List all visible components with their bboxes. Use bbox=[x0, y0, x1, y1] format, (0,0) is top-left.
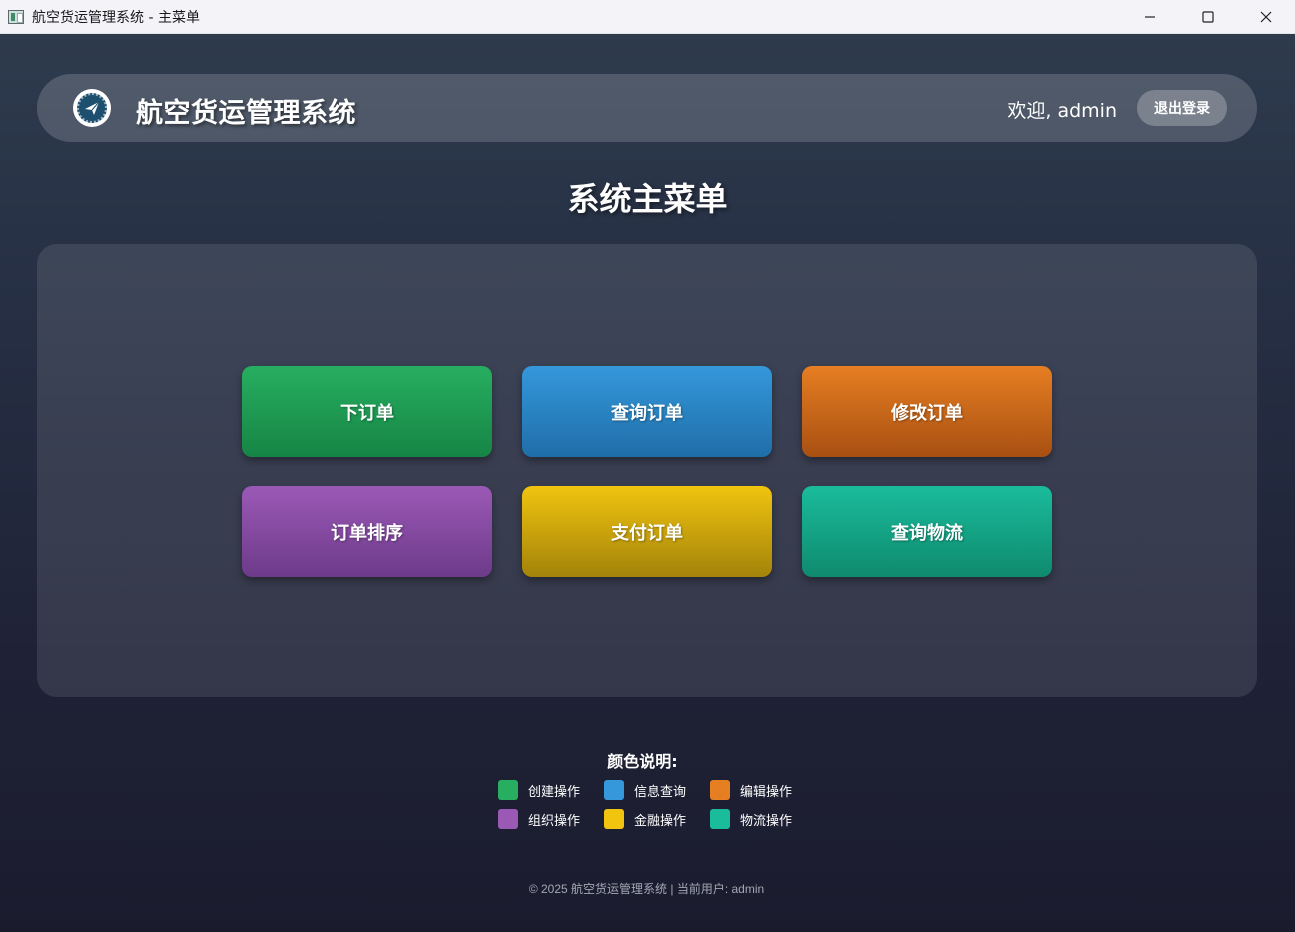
legend-swatch-blue bbox=[604, 780, 624, 800]
sort-orders-button[interactable]: 订单排序 bbox=[242, 486, 492, 577]
legend-swatch-green bbox=[498, 780, 518, 800]
main-window: 航空货运管理系统 欢迎, admin 退出登录 系统主菜单 下订单 查询订单 修… bbox=[0, 34, 1295, 932]
header-bar: 航空货运管理系统 欢迎, admin 退出登录 bbox=[37, 74, 1257, 142]
track-logistics-button[interactable]: 查询物流 bbox=[802, 486, 1052, 577]
window-controls bbox=[1121, 0, 1295, 34]
place-order-button[interactable]: 下订单 bbox=[242, 366, 492, 457]
minimize-button[interactable] bbox=[1121, 0, 1179, 34]
legend-label: 编辑操作 bbox=[740, 784, 793, 800]
window-titlebar: 航空货运管理系统 - 主菜单 bbox=[0, 0, 1295, 34]
window-title: 航空货运管理系统 - 主菜单 bbox=[32, 9, 200, 26]
maximize-icon bbox=[1202, 11, 1214, 23]
maximize-button[interactable] bbox=[1179, 0, 1237, 34]
legend-item: 信息查询 bbox=[604, 780, 686, 800]
legend-item: 创建操作 bbox=[498, 780, 580, 800]
modify-order-button[interactable]: 修改订单 bbox=[802, 366, 1052, 457]
minimize-icon bbox=[1145, 16, 1155, 18]
airplane-logo-icon bbox=[73, 89, 111, 127]
legend-swatch-purple bbox=[498, 809, 518, 829]
pay-order-button[interactable]: 支付订单 bbox=[522, 486, 772, 577]
page-title: 系统主菜单 bbox=[567, 180, 728, 218]
legend-title: 颜色说明: bbox=[607, 752, 678, 771]
logout-button[interactable]: 退出登录 bbox=[1137, 90, 1227, 126]
close-icon bbox=[1260, 11, 1272, 23]
legend-label: 物流操作 bbox=[740, 813, 793, 829]
footer-text: © 2025 航空货运管理系统 | 当前用户: admin bbox=[528, 882, 765, 896]
welcome-text: 欢迎, admin bbox=[1007, 100, 1117, 122]
brand-title: 航空货运管理系统 bbox=[136, 98, 356, 129]
app-icon bbox=[8, 9, 24, 24]
close-button[interactable] bbox=[1237, 0, 1295, 34]
legend-label: 组织操作 bbox=[528, 813, 581, 829]
legend-label: 信息查询 bbox=[634, 784, 687, 800]
query-order-button[interactable]: 查询订单 bbox=[522, 366, 772, 457]
legend-label: 金融操作 bbox=[634, 813, 687, 829]
legend-swatch-yellow bbox=[604, 809, 624, 829]
legend-item: 编辑操作 bbox=[710, 780, 792, 800]
legend-item: 物流操作 bbox=[710, 809, 792, 829]
legend-swatch-orange bbox=[710, 780, 730, 800]
legend-swatch-teal bbox=[710, 809, 730, 829]
legend-item: 金融操作 bbox=[604, 809, 686, 829]
legend-item: 组织操作 bbox=[498, 809, 580, 829]
legend-label: 创建操作 bbox=[528, 784, 581, 800]
menu-panel: 下订单 查询订单 修改订单 订单排序 支付订单 查询物流 bbox=[37, 244, 1257, 697]
